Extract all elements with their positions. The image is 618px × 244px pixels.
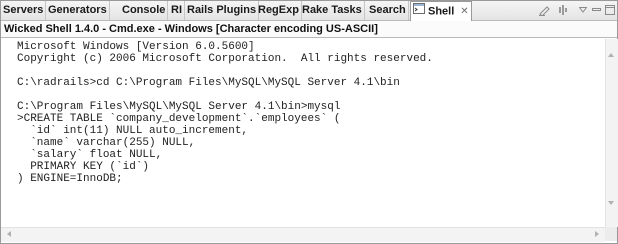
console-line: `salary` float NULL, [17, 149, 163, 161]
console-line: `name` varchar(255) NULL, [17, 137, 196, 149]
minimize-icon[interactable] [592, 1, 601, 20]
view-menu-icon[interactable] [578, 1, 588, 20]
console-line: Microsoft Windows [Version 6.0.5600] [17, 41, 255, 53]
tab-label: Servers [3, 4, 44, 16]
tab-ri[interactable]: RI [169, 1, 185, 20]
tab-label: Rake Tasks [302, 4, 362, 16]
tab-regexp[interactable]: RegExp [256, 1, 302, 20]
console-line: Copyright (c) 2006 Microsoft Corporation… [17, 53, 433, 65]
tab-shell[interactable]: Shell ✕ [410, 1, 472, 21]
tab-label: Rails Plugins [187, 4, 257, 16]
shell-icon [413, 2, 425, 21]
scroll-up-icon[interactable] [608, 53, 614, 57]
console-line: PRIMARY KEY (`id`) [17, 161, 150, 173]
tab-label: Shell [428, 5, 455, 18]
pin-icon[interactable] [558, 1, 570, 20]
shell-view: Servers Generators Console RI Rails Plug… [0, 0, 618, 244]
scroll-right-icon[interactable] [595, 231, 599, 237]
console-line: ) ENGINE=InnoDB; [17, 173, 123, 185]
close-icon[interactable]: ✕ [460, 2, 468, 21]
scroll-down-icon[interactable] [608, 201, 614, 205]
maximize-icon[interactable] [605, 1, 615, 20]
console-line: `id` int(11) NULL auto_increment, [17, 125, 249, 137]
tab-label: RI [171, 4, 182, 16]
tab-label: Search [369, 4, 406, 16]
view-tab-bar: Servers Generators Console RI Rails Plug… [1, 1, 617, 21]
console-line: C:\Program Files\MySQL\MySQL Server 4.1\… [17, 101, 341, 113]
scrollbar-corner [605, 227, 617, 241]
tab-rake-tasks[interactable]: Rake Tasks [300, 1, 365, 20]
console-line: C:\radrails>cd C:\Program Files\MySQL\My… [17, 77, 400, 89]
tab-search[interactable]: Search [367, 1, 409, 20]
horizontal-scrollbar[interactable] [1, 227, 605, 242]
tab-servers[interactable]: Servers [1, 1, 47, 20]
console-output[interactable]: Microsoft Windows [Version 6.0.5600] Cop… [1, 39, 605, 225]
scroll-left-icon[interactable] [7, 231, 11, 237]
vertical-scrollbar[interactable] [605, 39, 618, 227]
tab-rails-plugins[interactable]: Rails Plugins [185, 1, 260, 20]
tab-generators[interactable]: Generators [46, 1, 110, 20]
clear-console-icon[interactable] [538, 1, 550, 20]
tab-label: Generators [48, 4, 107, 16]
tab-label: RegExp [258, 4, 299, 16]
tab-label: Console [122, 4, 166, 16]
tab-console[interactable]: Console [120, 1, 169, 20]
console-line: >CREATE TABLE `company_development`.`emp… [17, 113, 341, 125]
shell-title: Wicked Shell 1.4.0 - Cmd.exe - Windows [… [1, 21, 617, 38]
